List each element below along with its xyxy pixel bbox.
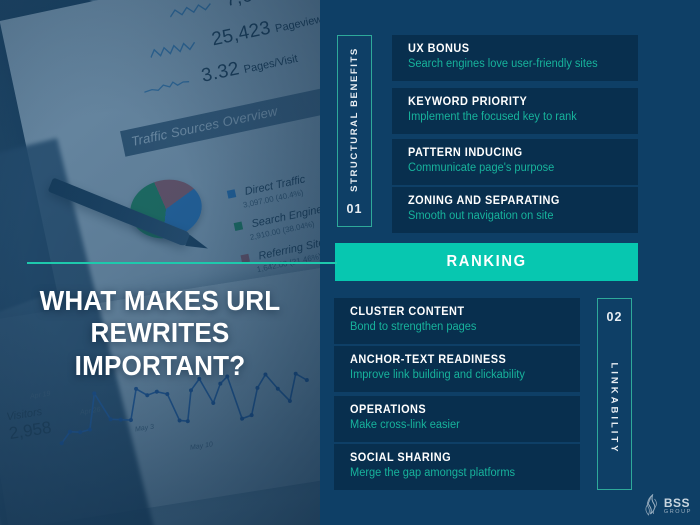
page-title-line-3: IMPORTANT? [74,349,246,381]
card-subtitle: Communicate page's purpose [408,162,555,174]
card-title: UX BONUS [408,43,470,55]
flame-swirl-icon [645,494,657,516]
ranking-banner: RANKING [335,243,638,281]
benefit-card-cluster-content[interactable]: CLUSTER CONTENT Bond to strengthen pages [334,298,580,344]
section-label-linkability: 02 LINKABILITY [597,298,632,490]
section-label-structural-benefits: STRUCTURAL BENEFITS 01 [337,35,372,227]
page-title: WHAT MAKES URL REWRITES IMPORTANT? [22,285,297,382]
card-title: ANCHOR-TEXT READINESS [350,354,507,366]
benefit-card-ux-bonus[interactable]: UX BONUS Search engines love user-friend… [392,35,638,81]
card-title: ZONING AND SEPARATING [408,195,560,207]
card-subtitle: Bond to strengthen pages [350,321,477,333]
benefit-card-keyword-priority[interactable]: KEYWORD PRIORITY Implement the focused k… [392,88,638,134]
accent-divider [27,262,337,264]
section-number-wrap: 02 [598,308,631,326]
page-title-line-1: WHAT MAKES URL [39,285,281,316]
content-panel: STRUCTURAL BENEFITS 01 UX BONUS Search e… [320,0,700,525]
card-subtitle: Merge the gap amongst platforms [350,467,516,479]
benefit-card-social-sharing[interactable]: SOCIAL SHARING Merge the gap amongst pla… [334,444,580,490]
section-label-text: LINKABILITY [609,361,621,455]
section-label-text-wrap: STRUCTURAL BENEFITS [338,42,371,196]
logo-subtitle: GROUP [663,508,692,515]
card-subtitle: Make cross-link easier [350,419,460,431]
logo-text: BSS GROUP [664,497,692,516]
card-title: SOCIAL SHARING [350,452,452,464]
ranking-banner-label: RANKING [446,253,527,270]
brand-logo: BSS GROUP [643,494,692,518]
logo-name: BSS [663,495,691,510]
card-subtitle: Search engines love user-friendly sites [408,58,598,70]
card-title: PATTERN INDUCING [408,147,523,159]
card-title: KEYWORD PRIORITY [408,96,528,108]
page-title-line-2: REWRITES [90,317,230,349]
infographic-canvas: 7,649 Visits 25,423 Pageviews 3.32 Pages… [0,0,700,525]
card-title: CLUSTER CONTENT [350,306,465,318]
section-label-text-wrap: LINKABILITY [598,333,631,483]
benefit-card-operations[interactable]: OPERATIONS Make cross-link easier [334,396,580,442]
benefit-card-zoning-and-separating[interactable]: ZONING AND SEPARATING Smooth out navigat… [392,187,638,233]
card-subtitle: Implement the focused key to rank [408,111,577,123]
card-title: OPERATIONS [350,404,427,416]
section-label-text: STRUCTURAL BENEFITS [349,46,361,192]
section-number: 02 [606,310,623,324]
card-subtitle: Smooth out navigation on site [408,210,554,222]
card-subtitle: Improve link building and clickability [350,369,525,381]
section-number-wrap: 01 [338,200,371,218]
benefit-card-pattern-inducing[interactable]: PATTERN INDUCING Communicate page's purp… [392,139,638,185]
section-number: 01 [346,202,363,216]
benefit-card-anchor-text-readiness[interactable]: ANCHOR-TEXT READINESS Improve link build… [334,346,580,392]
